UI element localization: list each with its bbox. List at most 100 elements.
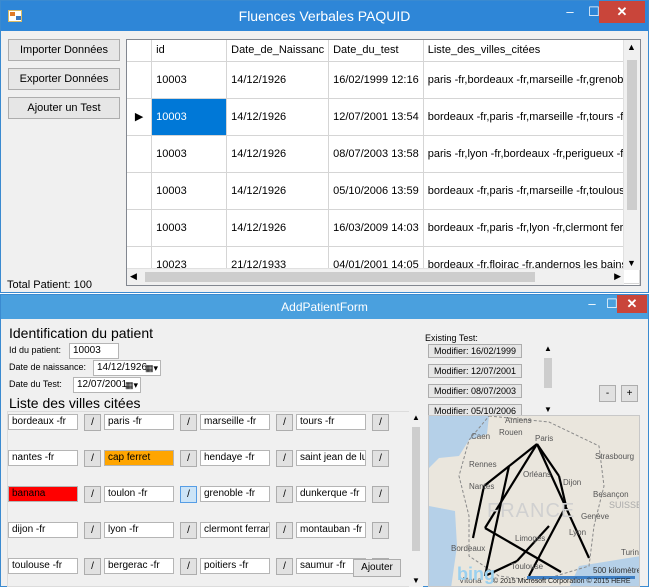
cell-birthdate[interactable]: 14/12/1926 — [226, 135, 330, 173]
cell-cities[interactable]: paris -fr,lyon -fr,bordeaux -fr,perigueu… — [423, 135, 640, 173]
city-field[interactable]: marseille -fr — [200, 414, 270, 430]
city-field[interactable]: montauban -fr — [296, 522, 366, 538]
column-header-cities[interactable]: Liste_des_villes_citées — [423, 40, 640, 62]
modify-test-button[interactable]: Modifier: 16/02/1999 — [428, 344, 522, 358]
city-field[interactable]: bordeaux -fr — [8, 414, 78, 430]
add-button[interactable]: Ajouter — [353, 559, 401, 577]
row-header[interactable]: ▶ — [127, 98, 153, 136]
cell-id[interactable]: 10003 — [151, 209, 228, 247]
column-header-birthdate[interactable]: Date_de_Naissanc — [226, 40, 330, 62]
cell-cities[interactable]: bordeaux -fr,paris -fr,marseille -fr,tou… — [423, 172, 640, 210]
cell-id[interactable]: 10003 — [151, 61, 228, 99]
map-view[interactable]: FRANCE Amiens Caen Rouen Paris Strasbour… — [428, 415, 640, 587]
city-field[interactable]: saint jean de luz -fr — [296, 450, 366, 466]
city-action-button[interactable]: / — [180, 414, 197, 431]
city-action-button[interactable]: / — [180, 486, 197, 503]
city-field[interactable]: dunkerque -fr — [296, 486, 366, 502]
cell-test-date[interactable]: 12/07/2001 13:54 — [328, 98, 424, 136]
existing-tests-scrollbar[interactable]: ▲ ▼ — [541, 344, 555, 414]
city-action-button[interactable]: / — [372, 450, 389, 467]
cell-birthdate[interactable]: 14/12/1926 — [226, 209, 330, 247]
city-field[interactable]: clermont ferrand -fr — [200, 522, 270, 538]
cities-scroll-up-icon[interactable]: ▲ — [412, 413, 420, 422]
city-field[interactable]: tours -fr — [296, 414, 366, 430]
cell-test-date[interactable]: 16/03/2009 14:03 — [328, 209, 424, 247]
city-field[interactable]: hendaye -fr — [200, 450, 270, 466]
city-action-button[interactable]: / — [180, 558, 197, 575]
main-titlebar[interactable]: Fluences Verbales PAQUID – ☐ ✕ — [1, 1, 648, 31]
patient-id-field[interactable]: 10003 — [69, 343, 119, 359]
calendar-dropdown-icon[interactable]: ▦▾ — [145, 361, 158, 375]
close-icon[interactable]: ✕ — [599, 1, 645, 23]
city-action-button[interactable]: / — [276, 486, 293, 503]
row-header[interactable] — [127, 135, 153, 173]
city-field[interactable]: toulouse -fr — [8, 558, 78, 574]
city-action-button[interactable]: / — [84, 522, 101, 539]
cell-test-date[interactable]: 05/10/2006 13:59 — [328, 172, 424, 210]
existing-scroll-up-icon[interactable]: ▲ — [544, 344, 552, 353]
form-titlebar[interactable]: AddPatientForm – ☐ ✕ — [1, 295, 648, 319]
cities-scroll-down-icon[interactable]: ▼ — [412, 576, 420, 585]
horizontal-scroll-thumb[interactable] — [145, 272, 535, 282]
cell-cities[interactable]: paris -fr,bordeaux -fr,marseille -fr,gre… — [423, 61, 640, 99]
city-field[interactable]: grenoble -fr — [200, 486, 270, 502]
table-row[interactable]: 10003 14/12/1926 16/02/1999 12:16 paris -fr… — [127, 61, 640, 99]
zoom-out-button[interactable]: - — [599, 385, 616, 402]
existing-scroll-thumb[interactable] — [544, 358, 552, 388]
city-action-button[interactable]: / — [84, 450, 101, 467]
city-action-button[interactable]: / — [276, 414, 293, 431]
cell-id[interactable]: 10003 — [151, 172, 228, 210]
column-header-test-date[interactable]: Date_du_test — [328, 40, 424, 62]
city-action-button[interactable]: / — [372, 414, 389, 431]
city-field[interactable]: banana — [8, 486, 78, 502]
export-button[interactable]: Exporter Données — [8, 68, 120, 90]
cities-scrollbar[interactable]: ▲ ▼ — [409, 411, 423, 587]
grid-horizontal-scrollbar[interactable]: ◀ ▶ — [127, 268, 624, 285]
city-field[interactable]: nantes -fr — [8, 450, 78, 466]
city-action-button[interactable]: / — [180, 522, 197, 539]
row-header[interactable] — [127, 172, 153, 210]
table-row[interactable]: 10003 14/12/1926 05/10/2006 13:59 bordeaux … — [127, 172, 640, 210]
city-field[interactable]: toulon -fr — [104, 486, 174, 502]
modify-test-button[interactable]: Modifier: 08/07/2003 — [428, 384, 522, 398]
row-header[interactable] — [127, 61, 153, 99]
cell-id[interactable]: 10003 — [151, 135, 228, 173]
city-action-button[interactable]: / — [180, 450, 197, 467]
table-row[interactable]: ▶ 10003 14/12/1926 12/07/2001 13:54 bordeaux… — [127, 98, 640, 136]
scroll-up-icon[interactable]: ▲ — [627, 42, 636, 52]
table-row[interactable]: 10003 14/12/1926 08/07/2003 13:58 paris -fr… — [127, 135, 640, 173]
cell-test-date[interactable]: 16/02/1999 12:16 — [328, 61, 424, 99]
row-header[interactable] — [127, 209, 153, 247]
zoom-in-button[interactable]: + — [621, 385, 638, 402]
city-action-button[interactable]: / — [84, 558, 101, 575]
calendar-dropdown-icon-2[interactable]: ▦▾ — [125, 378, 138, 392]
table-row[interactable]: 10003 14/12/1926 16/03/2009 14:03 bordeaux … — [127, 209, 640, 247]
cell-cities[interactable]: bordeaux -fr,paris -fr,lyon -fr,clermont… — [423, 209, 640, 247]
city-field[interactable]: cap ferret — [104, 450, 174, 466]
city-action-button[interactable]: / — [372, 522, 389, 539]
scroll-down-icon[interactable]: ▼ — [627, 258, 636, 268]
city-field[interactable]: dijon -fr — [8, 522, 78, 538]
cell-birthdate[interactable]: 14/12/1926 — [226, 98, 330, 136]
city-field[interactable]: bergerac -fr — [104, 558, 174, 574]
city-action-button[interactable]: / — [276, 522, 293, 539]
grid-vertical-scrollbar[interactable]: ▲ ▼ — [623, 40, 640, 270]
city-action-button[interactable]: / — [276, 450, 293, 467]
form-close-icon[interactable]: ✕ — [617, 295, 647, 313]
scroll-right-icon[interactable]: ▶ — [614, 271, 621, 282]
city-action-button[interactable]: / — [84, 486, 101, 503]
cell-birthdate[interactable]: 14/12/1926 — [226, 61, 330, 99]
add-test-button[interactable]: Ajouter un Test — [8, 97, 120, 119]
column-header-id[interactable]: id — [151, 40, 228, 62]
cell-id[interactable]: 10003 — [151, 98, 228, 136]
city-field[interactable]: lyon -fr — [104, 522, 174, 538]
city-action-button[interactable]: / — [276, 558, 293, 575]
scroll-left-icon[interactable]: ◀ — [130, 271, 137, 282]
city-field[interactable]: poitiers -fr — [200, 558, 270, 574]
cell-test-date[interactable]: 08/07/2003 13:58 — [328, 135, 424, 173]
data-grid[interactable]: id Date_de_Naissanc Date_du_test Liste_d… — [126, 39, 641, 286]
city-action-button[interactable]: / — [372, 486, 389, 503]
cities-scroll-thumb[interactable] — [412, 427, 420, 551]
city-field[interactable]: paris -fr — [104, 414, 174, 430]
cell-birthdate[interactable]: 14/12/1926 — [226, 172, 330, 210]
